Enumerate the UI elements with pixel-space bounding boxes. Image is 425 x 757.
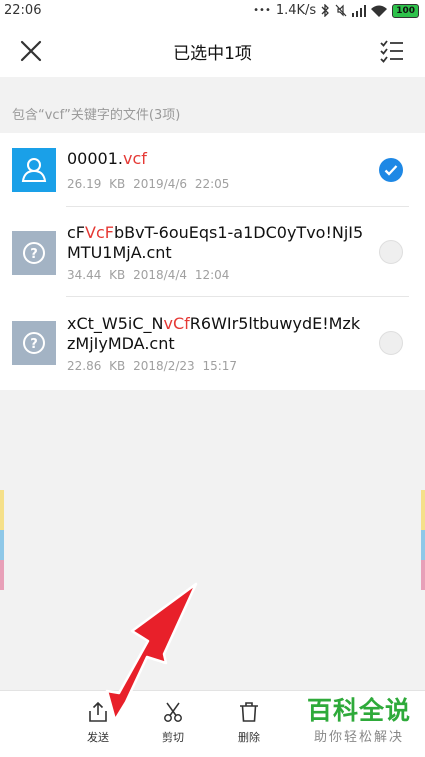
checkbox-unchecked[interactable] bbox=[379, 240, 403, 264]
file-name: xCt_W5iC_NvCfR6WIr5ltbuwydE!MzkzMjIyMDA.… bbox=[67, 314, 361, 353]
watermark-subtitle: 助你轻松解决 bbox=[313, 730, 404, 745]
network-speed: 1.4K/s bbox=[275, 3, 317, 18]
edge-strip bbox=[421, 560, 425, 590]
file-name: 00001.vcf bbox=[67, 149, 147, 168]
edge-strip bbox=[0, 490, 4, 530]
delete-button[interactable]: 删除 bbox=[224, 701, 274, 745]
delete-label: 删除 bbox=[238, 731, 260, 744]
file-date: 2019/4/6 22:05 bbox=[133, 177, 230, 191]
edge-strip bbox=[0, 560, 4, 590]
cut-label: 剪切 bbox=[162, 731, 184, 744]
mute-icon bbox=[335, 4, 347, 17]
edge-strip bbox=[0, 530, 4, 560]
cut-button[interactable]: 剪切 bbox=[148, 701, 198, 745]
wifi-icon bbox=[371, 5, 388, 17]
page-title: 已选中1项 bbox=[173, 44, 252, 64]
file-list: 00001.vcf 26.19 KB 2019/4/6 22:05 ? cFVc… bbox=[0, 133, 425, 390]
checkbox-checked[interactable] bbox=[379, 158, 403, 182]
search-result-header: 包含“vcf”关键字的文件(3项) bbox=[12, 108, 181, 123]
title-bar: 已选中1项 bbox=[0, 24, 425, 77]
select-all-icon[interactable] bbox=[379, 38, 405, 64]
status-icons: ••• 1.4K/s 100 bbox=[253, 3, 419, 18]
file-date: 2018/2/23 15:17 bbox=[133, 359, 238, 373]
send-label: 发送 bbox=[87, 731, 109, 744]
unknown-file-icon: ? bbox=[12, 231, 56, 275]
file-size: 34.44 KB bbox=[67, 268, 126, 282]
watermark-logo: 百科全说 助你轻松解决 bbox=[307, 696, 411, 745]
file-date: 2018/4/4 12:04 bbox=[133, 268, 230, 282]
signal-icon bbox=[352, 4, 367, 17]
watermark-title: 百科全说 bbox=[306, 696, 411, 725]
svg-text:?: ? bbox=[30, 247, 38, 262]
file-size: 26.19 KB bbox=[67, 177, 126, 191]
file-row[interactable]: ? cFVcFbBvT-6ouEqs1-a1DC0yTvo!NjI5MTU1Mj… bbox=[0, 207, 425, 297]
edge-strip bbox=[421, 490, 425, 530]
bluetooth-icon bbox=[321, 4, 330, 17]
file-row[interactable]: 00001.vcf 26.19 KB 2019/4/6 22:05 bbox=[0, 133, 425, 207]
unknown-file-icon: ? bbox=[12, 321, 56, 365]
svg-text:?: ? bbox=[30, 337, 38, 352]
file-row[interactable]: ? xCt_W5iC_NvCfR6WIr5ltbuwydE!MzkzMjIyMD… bbox=[0, 297, 425, 390]
file-meta: 34.44 KB 2018/4/4 12:04 bbox=[67, 268, 229, 282]
status-bar: 22:06 ••• 1.4K/s 100 bbox=[0, 0, 425, 24]
edge-strip bbox=[421, 530, 425, 560]
file-name: cFVcFbBvT-6ouEqs1-a1DC0yTvo!NjI5MTU1MjA.… bbox=[67, 223, 364, 262]
trash-icon bbox=[240, 702, 258, 722]
status-time: 22:06 bbox=[4, 3, 42, 18]
file-meta: 22.86 KB 2018/2/23 15:17 bbox=[67, 359, 237, 373]
file-meta: 26.19 KB 2019/4/6 22:05 bbox=[67, 177, 229, 191]
scissors-icon bbox=[164, 702, 182, 722]
send-button[interactable]: 发送 bbox=[73, 701, 123, 745]
file-size: 22.86 KB bbox=[67, 359, 126, 373]
contact-icon bbox=[12, 148, 56, 192]
bottom-action-bar: 发送 剪切 删除 百科全说 助你轻松解决 bbox=[0, 690, 425, 757]
share-icon bbox=[89, 701, 107, 722]
notification-dots: ••• bbox=[253, 5, 271, 16]
battery-indicator: 100 bbox=[392, 3, 419, 18]
checkbox-unchecked[interactable] bbox=[379, 331, 403, 355]
